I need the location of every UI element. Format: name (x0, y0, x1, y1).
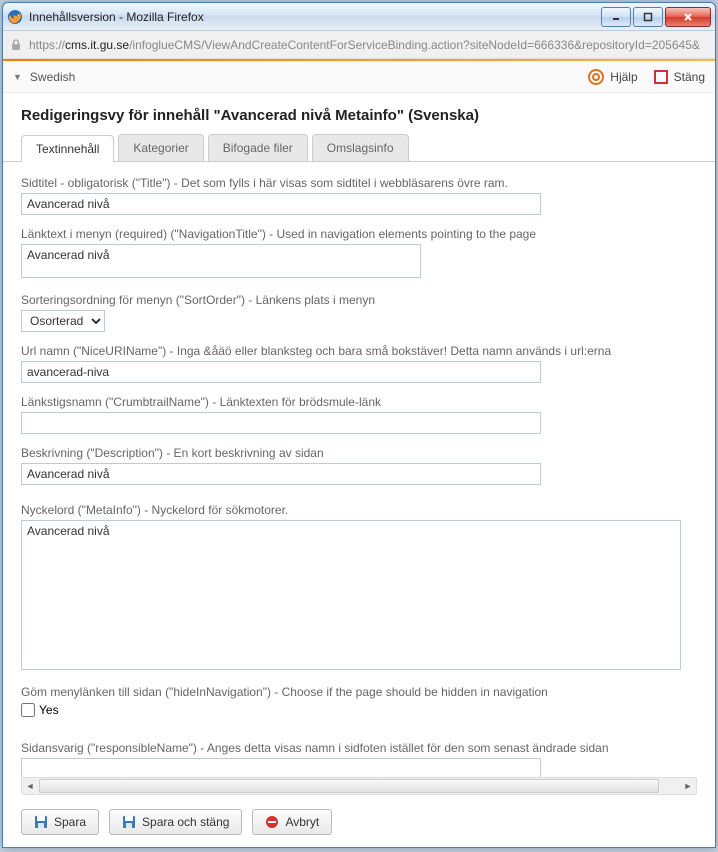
meta-label: Nyckelord ("MetaInfo") - Nyckelord för s… (21, 503, 697, 517)
language-toggle[interactable]: ▼ Swedish (13, 70, 75, 84)
tab-kategorier[interactable]: Kategorier (118, 134, 203, 161)
navtitle-label: Länktext i menyn (required) ("Navigation… (21, 227, 697, 241)
url-text[interactable]: https://cms.it.gu.se/infoglueCMS/ViewAnd… (29, 38, 700, 52)
niceuri-input[interactable] (21, 361, 541, 383)
close-label: Stäng (674, 70, 705, 84)
field-meta: Nyckelord ("MetaInfo") - Nyckelord för s… (21, 503, 697, 673)
sortorder-select[interactable]: Osorterad (21, 310, 105, 332)
disk-icon (122, 815, 136, 829)
chevron-down-icon: ▼ (13, 72, 22, 82)
horizontal-scrollbar[interactable]: ◄ ► (21, 777, 697, 795)
resp-label: Sidansvarig ("responsibleName") - Anges … (21, 741, 697, 755)
desc-label: Beskrivning ("Description") - En kort be… (21, 446, 697, 460)
close-link[interactable]: Stäng (654, 70, 705, 84)
app-toolbar: ▼ Swedish Hjälp Stäng (3, 61, 715, 93)
language-label: Swedish (30, 70, 75, 84)
window-title: Innehållsversion - Mozilla Firefox (29, 10, 601, 24)
minimize-button[interactable] (601, 7, 631, 27)
tabstrip: Textinnehåll Kategorier Bifogade filer O… (3, 134, 715, 162)
form-body: Sidtitel - obligatorisk ("Title") - Det … (3, 162, 715, 777)
lock-icon (9, 38, 23, 52)
save-close-label: Spara och stäng (142, 815, 229, 829)
crumb-input[interactable] (21, 412, 541, 434)
navtitle-input[interactable]: Avancerad nivå (21, 244, 421, 278)
save-button[interactable]: Spara (21, 809, 99, 835)
content: Redigeringsvy för innehåll "Avancerad ni… (3, 93, 715, 847)
desc-input[interactable] (21, 463, 541, 485)
url-path: /infoglueCMS/ViewAndCreateContentForServ… (129, 38, 700, 52)
title-label: Sidtitel - obligatorisk ("Title") - Det … (21, 176, 697, 190)
help-label: Hjälp (610, 70, 637, 84)
addressbar: https://cms.it.gu.se/infoglueCMS/ViewAnd… (3, 31, 715, 59)
maximize-button[interactable] (633, 7, 663, 27)
form-scroll[interactable]: Sidtitel - obligatorisk ("Title") - Det … (3, 162, 715, 777)
title-input[interactable] (21, 193, 541, 215)
scroll-thumb[interactable] (39, 779, 659, 793)
field-crumb: Länkstigsnamn ("CrumbtrailName") - Länkt… (21, 395, 697, 434)
crumb-label: Länkstigsnamn ("CrumbtrailName") - Länkt… (21, 395, 697, 409)
tab-omslagsinfo[interactable]: Omslagsinfo (312, 134, 409, 161)
window-frame: Innehållsversion - Mozilla Firefox https… (2, 2, 716, 848)
hide-checkbox[interactable] (21, 703, 35, 717)
page-title: Redigeringsvy för innehåll "Avancerad ni… (3, 93, 715, 134)
scroll-right-arrow[interactable]: ► (680, 778, 696, 794)
bottom-bar: Spara Spara och stäng Avbryt (3, 801, 715, 847)
close-icon (654, 70, 668, 84)
field-hide: Göm menylänken till sidan ("hideInNaviga… (21, 685, 697, 717)
sortorder-label: Sorteringsordning för menyn ("SortOrder"… (21, 293, 697, 307)
url-prefix: https:// (29, 38, 65, 52)
save-label: Spara (54, 815, 86, 829)
tab-textinnehall[interactable]: Textinnehåll (21, 135, 114, 162)
resp-input[interactable] (21, 758, 541, 777)
field-sortorder: Sorteringsordning för menyn ("SortOrder"… (21, 293, 697, 332)
save-close-button[interactable]: Spara och stäng (109, 809, 242, 835)
field-responsible: Sidansvarig ("responsibleName") - Anges … (21, 741, 697, 777)
firefox-icon (7, 9, 23, 25)
field-navtitle: Länktext i menyn (required) ("Navigation… (21, 227, 697, 281)
hide-check-label: Yes (39, 703, 59, 717)
help-link[interactable]: Hjälp (588, 69, 637, 85)
close-button[interactable] (665, 7, 711, 27)
titlebar: Innehållsversion - Mozilla Firefox (3, 3, 715, 31)
scroll-left-arrow[interactable]: ◄ (22, 778, 38, 794)
field-title: Sidtitel - obligatorisk ("Title") - Det … (21, 176, 697, 215)
help-icon (588, 69, 604, 85)
url-host: cms.it.gu.se (65, 38, 129, 52)
cancel-label: Avbryt (285, 815, 319, 829)
disk-icon (34, 815, 48, 829)
niceuri-label: Url namn ("NiceURIName") - Inga &åäö ell… (21, 344, 697, 358)
hide-label: Göm menylänken till sidan ("hideInNaviga… (21, 685, 697, 699)
stop-icon (265, 815, 279, 829)
field-desc: Beskrivning ("Description") - En kort be… (21, 446, 697, 485)
meta-input[interactable]: Avancerad nivå (21, 520, 681, 670)
tab-bifogade-filer[interactable]: Bifogade filer (208, 134, 308, 161)
field-niceuri: Url namn ("NiceURIName") - Inga &åäö ell… (21, 344, 697, 383)
window-buttons (601, 7, 711, 27)
cancel-button[interactable]: Avbryt (252, 809, 332, 835)
